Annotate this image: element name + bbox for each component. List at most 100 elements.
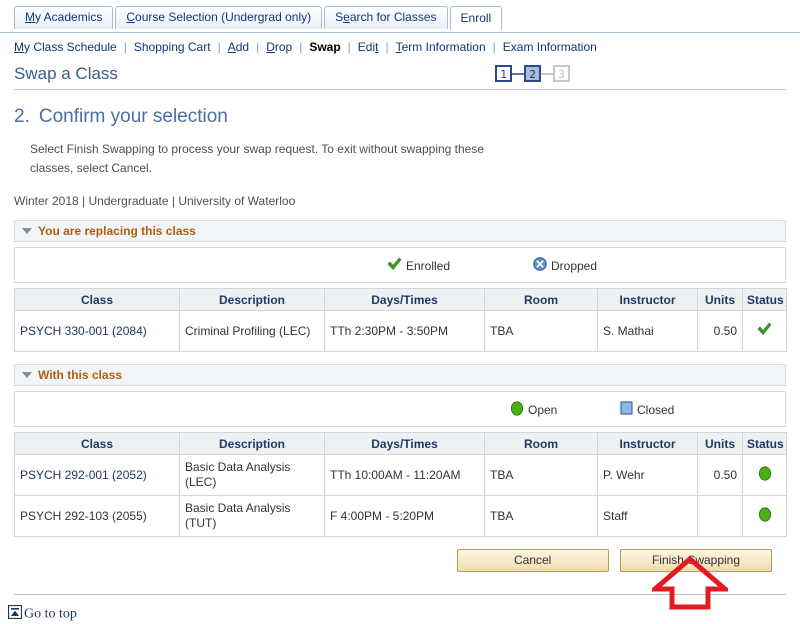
col-units: Units [697,288,743,311]
legend-label-dropped: Dropped [551,258,598,273]
subnav-swap-current: Swap [309,40,341,54]
page-title: Swap a Class [14,64,124,88]
col-description: Description [179,432,325,455]
green-check-icon [387,257,402,274]
cell-room: TBA [484,454,598,496]
cell-room: TBA [484,495,598,537]
legend-label-closed: Closed [637,402,675,417]
green-circle-icon [758,465,772,485]
instructions-text: Select Finish Swapping to process your s… [30,142,485,175]
cell-class[interactable]: PSYCH 330-001 (2084) [14,310,180,352]
section-header-replacing[interactable]: You are replacing this class [14,220,786,242]
go-to-top-label: Go to top [24,606,77,622]
class-link[interactable]: PSYCH 330-001 (2084) [20,324,147,338]
col-days-times: Days/Times [324,288,485,311]
finish-swapping-button[interactable]: Finish Swapping [620,549,772,572]
legend-item-enrolled: Enrolled [387,257,450,274]
subnav-separator: | [217,40,221,54]
subnav-separator: | [256,40,260,54]
legend-item-closed: Closed [620,401,674,418]
class-link[interactable]: PSYCH 292-001 (2052) [20,468,147,482]
cell-class[interactable]: PSYCH 292-001 (2052) [14,454,180,496]
step-1[interactable]: 1 [495,65,512,82]
blue-square-icon [620,401,633,418]
cell-units [697,495,743,537]
cell-status [742,310,787,352]
collapse-caret-icon[interactable] [22,371,32,378]
enroll-subnav: My Class Schedule | Shopping Cart | Add | Drop… [0,33,800,60]
col-status: Status [742,432,787,455]
cell-description: Basic Data Analysis (TUT) [179,495,325,537]
step-2-active[interactable]: 2 [524,65,541,82]
footer-divider [14,594,786,595]
replacing-class-table: Class Description Days/Times Room Instru… [14,288,787,352]
cancel-button[interactable]: Cancel [456,549,609,572]
cell-days-times: F 4:00PM - 5:20PM [324,495,485,537]
collapse-caret-icon[interactable] [22,227,32,234]
cell-description: Basic Data Analysis (LEC) [179,454,325,496]
step-heading-text: Confirm your selection [38,106,228,127]
cell-instructor: P. Wehr [597,454,698,496]
col-instructor: Instructor [597,288,698,311]
col-room: Room [484,432,598,455]
cell-units: 0.50 [697,310,743,352]
table-row: PSYCH 292-103 (2055) Basic Data Analysis… [14,495,787,537]
tab-search-for-classes[interactable]: Search for Classes [324,6,448,29]
blue-x-circle-icon [533,257,547,274]
subnav-shopping-cart[interactable]: Shopping Cart [134,40,211,54]
subnav-add[interactable]: Add [228,40,249,54]
page-title-row: Swap a Class 1 2 3 [14,64,786,92]
green-circle-icon [758,506,772,526]
step-indicator: 1 2 3 [491,65,574,82]
step-heading: 2. Confirm your selection [14,106,800,128]
cell-days-times: TTh 2:30PM - 3:50PM [324,310,485,352]
subnav-separator: | [492,40,496,54]
action-button-row: Cancel Finish Swapping [0,549,786,572]
step-3: 3 [553,65,570,82]
section-header-with-label: With this class [38,368,122,382]
cell-days-times: TTh 10:00AM - 11:20AM [324,454,485,496]
col-status: Status [742,288,787,311]
subnav-exam-information[interactable]: Exam Information [503,40,597,54]
tab-my-academics[interactable]: My Academics [14,6,114,29]
subnav-my-class-schedule[interactable]: My Class Schedule [14,40,117,54]
legend-item-open: Open [510,401,557,419]
cell-status [742,495,787,537]
col-days-times: Days/Times [324,432,485,455]
primary-tab-strip: My Academics Course Selection (Undergrad … [0,6,800,33]
subnav-drop[interactable]: Drop [266,40,292,54]
subnav-term-information[interactable]: Term Information [396,40,486,54]
subnav-separator: | [385,40,389,54]
cell-instructor: S. Mathai [597,310,698,352]
tab-enroll[interactable]: Enroll [449,6,503,30]
legend-with-this-class: Open Closed [14,391,786,427]
subnav-separator: | [299,40,303,54]
col-room: Room [484,288,598,311]
step-connector [541,72,553,75]
col-class: Class [14,288,180,311]
title-divider [14,89,786,90]
section-header-with-this-class[interactable]: With this class [14,364,786,386]
tab-course-selection[interactable]: Course Selection (Undergrad only) [115,6,323,29]
cell-description: Criminal Profiling (LEC) [179,310,325,352]
term-context-line: Winter 2018 | Undergraduate | University… [14,194,296,208]
legend-item-dropped: Dropped [533,257,597,274]
subnav-separator: | [347,40,351,54]
col-description: Description [179,288,325,311]
cell-instructor: Staff [597,495,698,537]
subnav-separator: | [123,40,127,54]
with-this-class-table: Class Description Days/Times Room Instru… [14,432,787,537]
subnav-edit[interactable]: Edit [358,40,379,54]
table-row: PSYCH 292-001 (2052) Basic Data Analysis… [14,454,787,496]
step-heading-number: 2. [14,106,30,127]
table-header-row: Class Description Days/Times Room Instru… [14,432,787,455]
green-circle-icon [510,401,524,419]
cell-status [742,454,787,496]
col-class: Class [14,432,180,455]
table-row: PSYCH 330-001 (2084) Criminal Profiling … [14,310,787,352]
cell-room: TBA [484,310,598,352]
col-instructor: Instructor [597,432,698,455]
cell-class: PSYCH 292-103 (2055) [14,495,180,537]
section-header-replacing-label: You are replacing this class [38,224,196,238]
col-units: Units [697,432,743,455]
